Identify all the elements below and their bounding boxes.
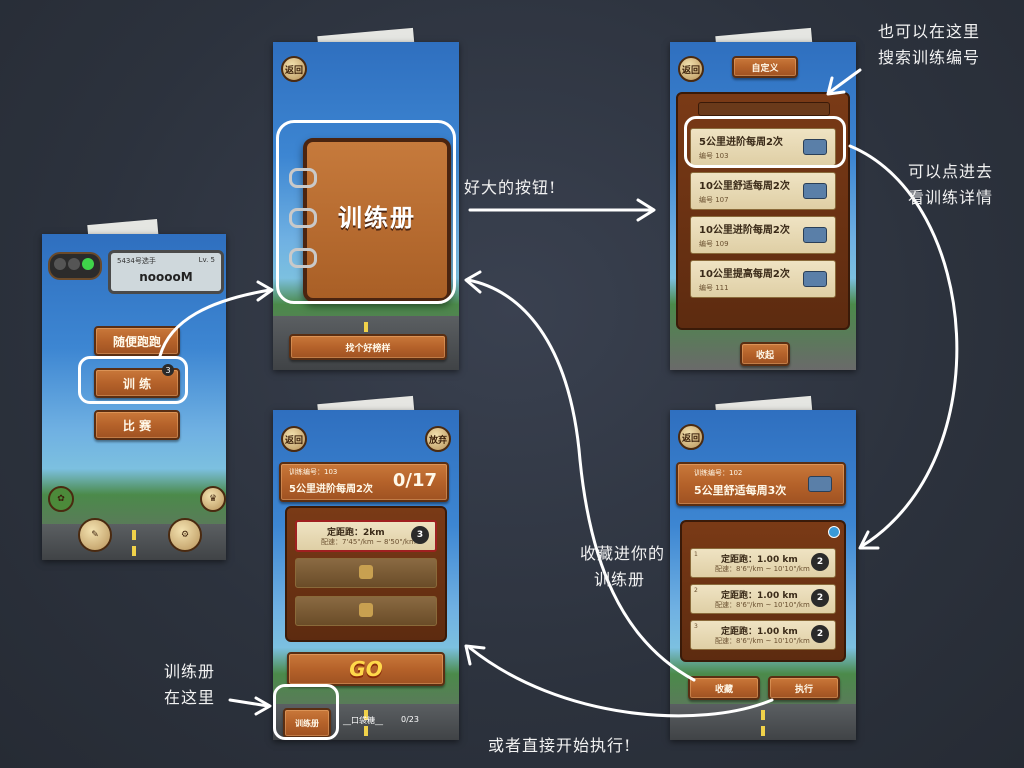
annotation-arrows <box>158 68 959 718</box>
note-execute: 或者直接开始执行! <box>488 736 632 755</box>
note-collect-2: 训练册 <box>594 570 646 589</box>
note-book-here-1: 训练册 <box>164 662 216 681</box>
note-search-2: 搜索训练编号 <box>878 48 981 67</box>
note-search-1: 也可以在这里 <box>878 22 981 41</box>
arrow-to-book <box>158 288 272 358</box>
note-big-button: 好大的按钮! <box>464 178 557 197</box>
arrow-collect-to-book <box>466 278 696 682</box>
arrow-to-search <box>828 68 862 94</box>
note-detail-2: 看训练详情 <box>908 188 994 207</box>
arrow-execute-to-progress <box>468 646 774 718</box>
note-book-here-2: 在这里 <box>164 688 216 707</box>
note-detail-1: 可以点进去 <box>908 162 994 181</box>
note-collect-1: 收藏进你的 <box>580 544 666 563</box>
